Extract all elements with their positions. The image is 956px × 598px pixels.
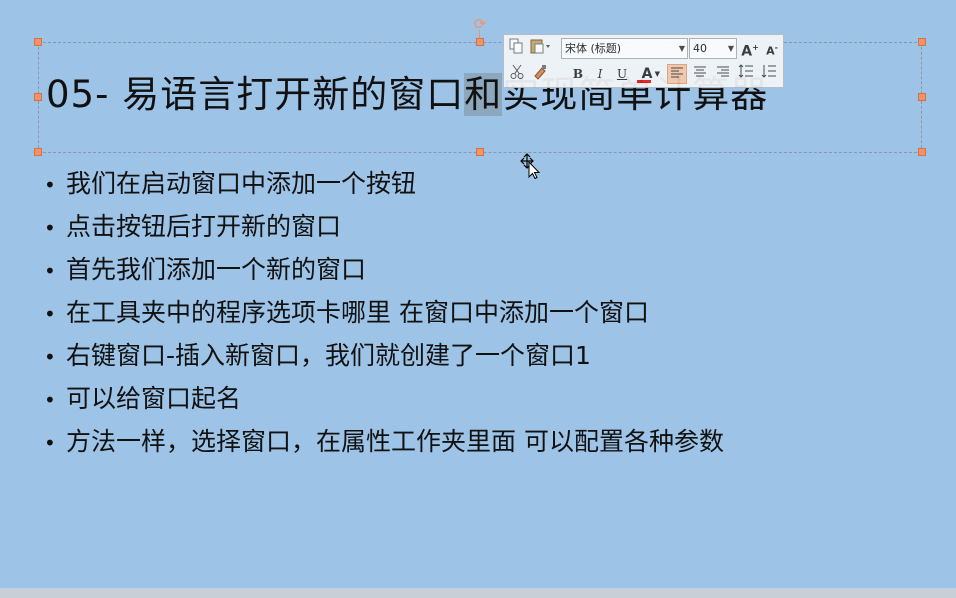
bullet-dot: • (44, 173, 56, 197)
list-item: • 点击按钮后打开新的窗口 (44, 207, 724, 250)
resize-handle-sw[interactable] (34, 148, 42, 156)
align-right-icon[interactable] (713, 64, 733, 84)
resize-handle-e[interactable] (918, 93, 926, 101)
bold-button[interactable]: B (568, 64, 588, 84)
resize-handle-s[interactable] (476, 148, 484, 156)
font-name-value: 宋体 (标题) (565, 42, 622, 55)
bullet-dot: • (44, 388, 56, 412)
chevron-down-icon: ▼ (654, 70, 660, 78)
chevron-down-icon: ▼ (727, 44, 734, 53)
italic-button[interactable]: I (590, 64, 610, 84)
resize-handle-ne[interactable] (918, 38, 926, 46)
font-name-select[interactable]: 宋体 (标题) ▼ (561, 38, 688, 59)
bullet-dot: • (44, 259, 56, 283)
font-size-value: 40 (693, 42, 707, 55)
bullet-text: 点击按钮后打开新的窗口 (66, 212, 342, 241)
bullet-dot: • (44, 302, 56, 326)
copy-icon[interactable] (506, 38, 526, 58)
cut-icon[interactable] (507, 64, 527, 84)
resize-handle-n[interactable] (476, 38, 484, 46)
title-text-before: 05- 易语言打开新的窗口 (46, 73, 465, 116)
font-color-button[interactable]: A ▼ (634, 64, 660, 84)
chevron-down-icon: ▼ (678, 44, 685, 53)
list-item: • 我们在启动窗口中添加一个按钮 (44, 164, 724, 207)
align-center-icon[interactable] (690, 64, 710, 84)
mini-toolbar: 宋体 (标题) ▼ 40 ▼ A+ A- B I U A ▼ (503, 34, 784, 88)
list-item: • 首先我们添加一个新的窗口 (44, 250, 724, 293)
bottom-strip (0, 588, 956, 598)
list-item: • 在工具夹中的程序选项卡哪里 在窗口中添加一个窗口 (44, 293, 724, 336)
bullet-text: 我们在启动窗口中添加一个按钮 (66, 169, 417, 198)
shrink-font-label: A (766, 44, 775, 58)
slide-canvas[interactable]: ⟳ 05- 易语言打开新的窗口和实现简单计算器 • 我们在启动窗口中添加一个按钮 … (0, 0, 956, 588)
resize-handle-nw[interactable] (34, 38, 42, 46)
bullet-text: 在工具夹中的程序选项卡哪里 在窗口中添加一个窗口 (66, 298, 649, 327)
bullet-text: 方法一样，选择窗口，在属性工作夹里面 可以配置各种参数 (66, 427, 724, 456)
title-selected-text: 和 (464, 73, 503, 116)
bullet-dot: • (44, 216, 56, 240)
grow-font-label: A (741, 43, 753, 60)
resize-handle-se[interactable] (918, 148, 926, 156)
font-color-bar (637, 80, 651, 83)
font-size-select[interactable]: 40 ▼ (689, 38, 737, 59)
bullet-dot: • (44, 431, 56, 455)
bullet-text: 首先我们添加一个新的窗口 (66, 255, 367, 284)
rotate-icon[interactable]: ⟳ (473, 17, 487, 32)
move-cursor-icon (520, 153, 542, 180)
list-item: • 可以给窗口起名 (44, 379, 724, 422)
underline-button[interactable]: U (612, 64, 632, 84)
align-left-icon[interactable] (667, 64, 687, 84)
paragraph-spacing-icon[interactable] (759, 64, 779, 84)
line-spacing-icon[interactable] (736, 64, 756, 84)
bullet-dot: • (44, 345, 56, 369)
bullet-text: 可以给窗口起名 (66, 384, 242, 413)
resize-handle-w[interactable] (34, 93, 42, 101)
list-item: • 右键窗口-插入新窗口，我们就创建了一个窗口1 (44, 336, 724, 379)
format-painter-icon[interactable] (530, 64, 550, 84)
bullet-list[interactable]: • 我们在启动窗口中添加一个按钮 • 点击按钮后打开新的窗口 • 首先我们添加一个新的… (44, 164, 724, 465)
list-item: • 方法一样，选择窗口，在属性工作夹里面 可以配置各种参数 (44, 422, 724, 465)
shrink-font-button[interactable]: A- (762, 38, 782, 58)
bullet-text: 右键窗口-插入新窗口，我们就创建了一个窗口1 (66, 341, 591, 370)
paste-icon[interactable] (528, 38, 554, 58)
grow-font-button[interactable]: A+ (740, 38, 760, 60)
